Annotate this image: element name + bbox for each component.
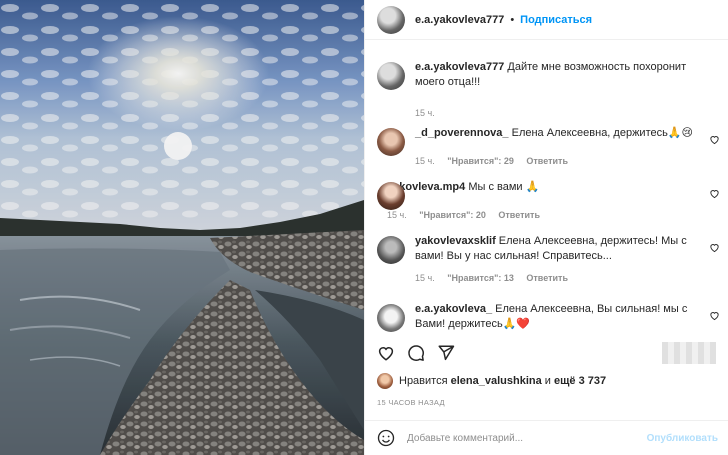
- liker-username[interactable]: elena_valushkina: [451, 375, 542, 387]
- add-comment-bar: Опубликовать: [365, 420, 728, 455]
- avatar[interactable]: [377, 62, 405, 90]
- avatar[interactable]: [377, 304, 405, 332]
- avatar[interactable]: [377, 236, 405, 264]
- comment-time[interactable]: 15 ч.: [415, 108, 435, 118]
- comment-username[interactable]: e.a.yakovleva777: [415, 61, 504, 73]
- likes-count[interactable]: ещё 3 737: [554, 375, 606, 387]
- heart-icon[interactable]: [709, 134, 720, 145]
- post-actions: [377, 342, 720, 364]
- avatar[interactable]: [377, 128, 405, 156]
- likes-middle: и: [544, 375, 551, 387]
- comment-text: Мы с вами 🙏: [468, 181, 540, 193]
- comment-likes-count[interactable]: "Нравится": 13: [447, 273, 514, 283]
- comment-time[interactable]: 15 ч.: [387, 210, 407, 220]
- comments-list: e.a.yakovleva777 Дайте мне возможность п…: [377, 48, 720, 338]
- comment-username[interactable]: e.a.yakovleva_: [415, 303, 492, 315]
- comment-username[interactable]: _d_poverennova_: [415, 127, 509, 139]
- likes-prefix: Нравится: [399, 375, 448, 387]
- author-avatar[interactable]: [377, 5, 405, 34]
- post-sidebar: e.a.yakovleva777 • Подписаться e.a.yakov…: [364, 0, 728, 455]
- reply-button[interactable]: Ответить: [498, 210, 540, 220]
- separator-dot: •: [510, 13, 515, 26]
- comment-icon[interactable]: [407, 344, 425, 362]
- publish-button[interactable]: Опубликовать: [647, 433, 718, 444]
- comment-text: Елена Алексеевна, держитесь🙏😢: [511, 127, 694, 139]
- heart-icon[interactable]: [709, 188, 720, 199]
- comment-username[interactable]: yakovlevaxsklif: [415, 235, 496, 247]
- post-timestamp[interactable]: 15 ЧАСОВ НАЗАД: [377, 398, 445, 407]
- list-item: _d_poverennova_ Елена Алексеевна, держит…: [377, 126, 720, 169]
- list-item: yakovleva.mp4 Мы с вами 🙏 15 ч. "Нравитс…: [377, 180, 720, 223]
- list-item: e.a.yakovleva_ Елена Алексеевна, Вы силь…: [377, 302, 720, 332]
- instagram-post-view: e.a.yakovleva777 • Подписаться e.a.yakov…: [0, 0, 728, 455]
- comment-likes-count[interactable]: "Нравится": 29: [447, 156, 514, 166]
- follow-button[interactable]: Подписаться: [520, 14, 592, 26]
- comment-time[interactable]: 15 ч.: [415, 156, 435, 166]
- share-icon[interactable]: [437, 344, 455, 362]
- heart-icon[interactable]: [377, 344, 395, 362]
- comment-input[interactable]: [407, 432, 627, 444]
- emoji-icon[interactable]: [377, 429, 395, 447]
- reply-button[interactable]: Ответить: [526, 273, 568, 283]
- heart-icon[interactable]: [709, 242, 720, 253]
- avatar[interactable]: [377, 182, 405, 210]
- reply-button[interactable]: Ответить: [526, 156, 568, 166]
- heart-icon[interactable]: [709, 310, 720, 321]
- post-header: e.a.yakovleva777 • Подписаться: [365, 0, 728, 40]
- liker-avatar: [377, 373, 393, 389]
- author-username[interactable]: e.a.yakovleva777: [415, 14, 504, 26]
- caption-comment: e.a.yakovleva777 Дайте мне возможность п…: [377, 60, 720, 121]
- save-icon[interactable]: [662, 342, 716, 364]
- list-item: yakovlevaxsklif Елена Алексеевна, держит…: [377, 234, 720, 286]
- post-photo[interactable]: [0, 0, 364, 455]
- river-landscape-image: [0, 0, 364, 455]
- likes-summary[interactable]: Нравится elena_valushkina и ещё 3 737: [377, 373, 606, 389]
- comment-likes-count[interactable]: "Нравится": 20: [419, 210, 486, 220]
- comment-time[interactable]: 15 ч.: [415, 273, 435, 283]
